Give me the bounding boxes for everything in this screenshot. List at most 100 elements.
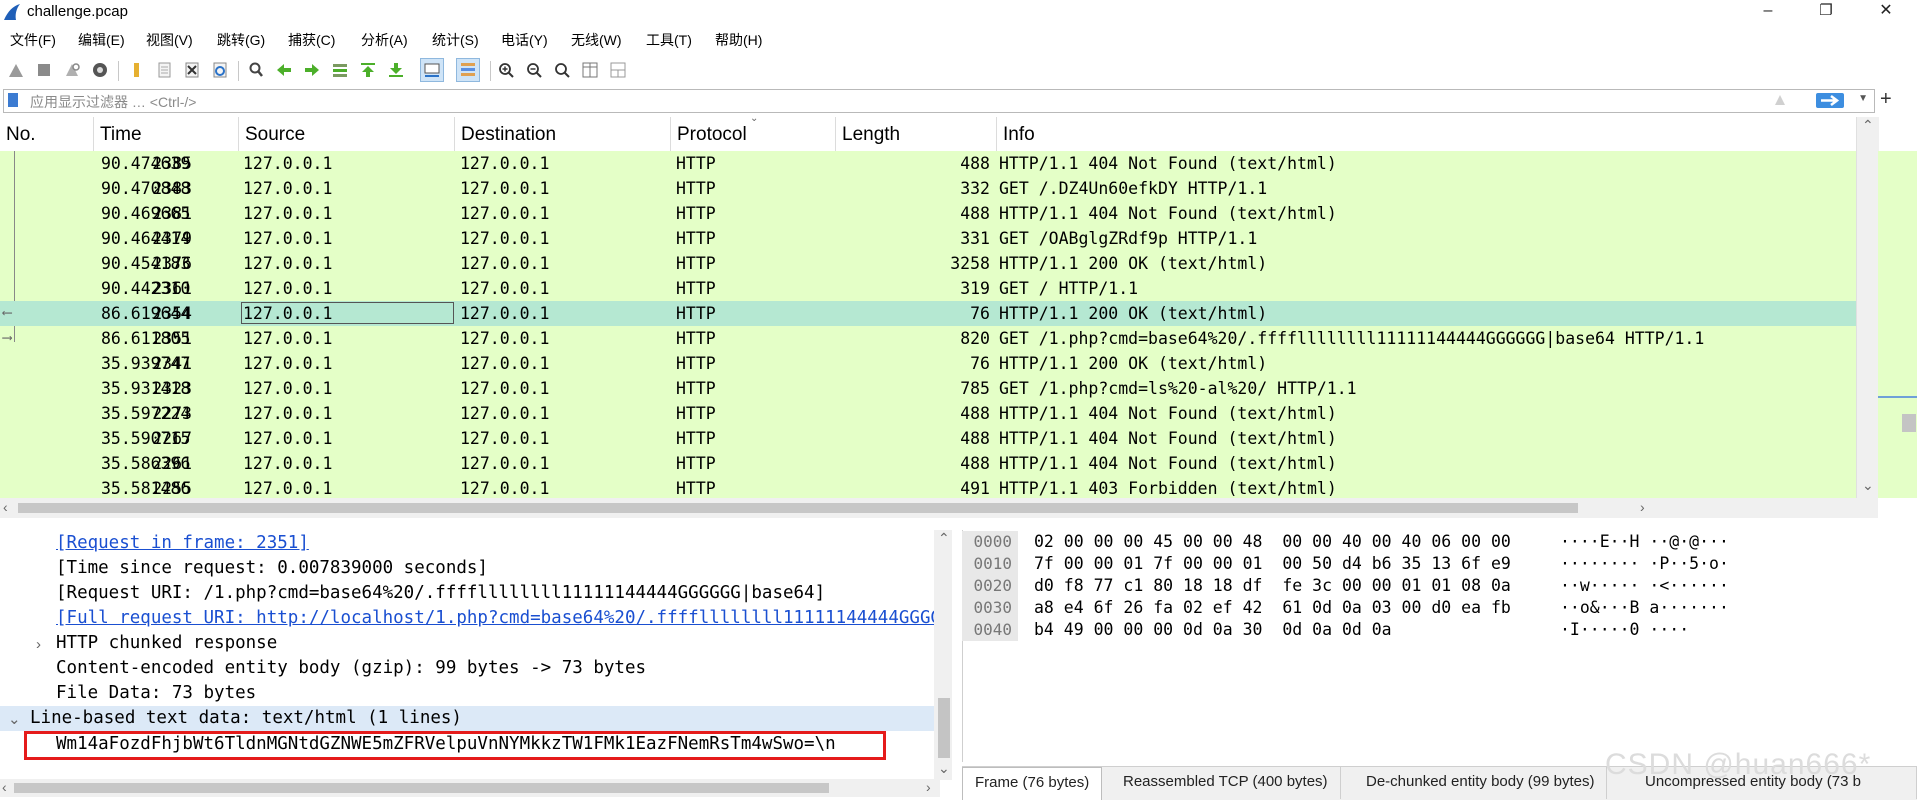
packet-row[interactable]: 2383 90.470848 127.0.0.1 127.0.0.1 HTTP … bbox=[0, 176, 1856, 201]
packet-row[interactable]: 2376 90.454183 127.0.0.1 127.0.0.1 HTTP … bbox=[0, 251, 1856, 276]
menu-tools[interactable]: 工具(T) bbox=[646, 30, 692, 50]
detail-line-based-text[interactable]: Line-based text data: text/html (1 lines… bbox=[0, 706, 934, 731]
stop-capture-icon[interactable] bbox=[32, 58, 56, 82]
menu-view[interactable]: 视图(V) bbox=[146, 30, 193, 50]
horizontal-scroll-thumb[interactable] bbox=[18, 503, 1578, 513]
scroll-down-chevron-icon[interactable]: ⌄ bbox=[938, 760, 950, 777]
request-in-frame-link[interactable]: [Request in frame: 2351] bbox=[56, 531, 309, 556]
column-header-length[interactable]: Length bbox=[836, 117, 997, 151]
menu-statistics[interactable]: 统计(S) bbox=[432, 30, 479, 50]
minimize-button[interactable]: – bbox=[1745, 0, 1791, 24]
reload-file-icon[interactable] bbox=[208, 58, 232, 82]
packet-row[interactable]: 2341 35.939747 127.0.0.1 127.0.0.1 HTTP … bbox=[0, 351, 1856, 376]
ascii-bytes-row[interactable]: ·I·····0 ···· bbox=[1560, 619, 1689, 641]
close-file-icon[interactable] bbox=[180, 58, 204, 82]
hex-bytes-row[interactable]: a8 e4 6f 26 fa 02 ef 42 61 0d 0a 03 00 d… bbox=[1034, 597, 1511, 619]
add-filter-button[interactable]: + bbox=[1880, 88, 1892, 111]
ascii-bytes-row[interactable]: ····E··H ··@·@··· bbox=[1560, 531, 1729, 553]
packet-row[interactable]: 2323 35.931418 127.0.0.1 127.0.0.1 HTTP … bbox=[0, 376, 1856, 401]
tab-dechunked-body[interactable]: De-chunked entity body (99 bytes) bbox=[1354, 767, 1608, 799]
clear-filter-icon[interactable] bbox=[1772, 92, 1788, 108]
packet-row[interactable]: 2361 90.442310 127.0.0.1 127.0.0.1 HTTP … bbox=[0, 276, 1856, 301]
menu-wireless[interactable]: 无线(W) bbox=[571, 30, 622, 50]
packet-row-selected[interactable]: ⟵ 2354 86.619644 127.0.0.1 127.0.0.1 HTT… bbox=[0, 301, 1856, 326]
scroll-right-chevron-icon[interactable]: › bbox=[1640, 499, 1645, 515]
hex-bytes-row[interactable]: b4 49 00 00 00 0d 0a 30 0d 0a 0d 0a bbox=[1034, 619, 1392, 641]
collapse-chevron-down-icon[interactable]: ⌄ bbox=[8, 710, 21, 728]
menu-telephony[interactable]: 电话(Y) bbox=[501, 30, 548, 50]
close-button[interactable]: ✕ bbox=[1863, 0, 1909, 24]
tab-frame-bytes[interactable]: Frame (76 bytes) bbox=[962, 767, 1103, 800]
first-packet-icon[interactable] bbox=[356, 58, 380, 82]
filter-bookmark-icon[interactable] bbox=[8, 93, 18, 107]
hex-bytes-row[interactable]: d0 f8 77 c1 80 18 18 df fe 3c 00 00 01 0… bbox=[1034, 575, 1511, 597]
hex-bytes-row[interactable]: 7f 00 00 01 7f 00 00 01 00 50 d4 b6 35 1… bbox=[1034, 553, 1511, 575]
expand-chevron-right-icon[interactable]: › bbox=[36, 636, 41, 653]
layout-icon[interactable] bbox=[606, 58, 630, 82]
column-header-no[interactable]: No. bbox=[0, 117, 94, 151]
packet-row[interactable]: 2381 90.469665 127.0.0.1 127.0.0.1 HTTP … bbox=[0, 201, 1856, 226]
column-header-source[interactable]: Source bbox=[239, 117, 455, 151]
packet-minimap[interactable] bbox=[1878, 151, 1917, 498]
ascii-bytes-row[interactable]: ········ ·P··5·o· bbox=[1560, 553, 1729, 575]
scroll-right-chevron-icon[interactable]: › bbox=[926, 779, 931, 795]
scroll-left-chevron-icon[interactable]: ‹ bbox=[2, 779, 7, 795]
detail-chunked-response[interactable]: HTTP chunked response bbox=[56, 631, 277, 656]
zoom-out-icon[interactable] bbox=[522, 58, 546, 82]
normal-size-icon[interactable] bbox=[550, 58, 574, 82]
apply-filter-icon[interactable] bbox=[1816, 93, 1844, 108]
ascii-bytes-row[interactable]: ··w····· ·<······ bbox=[1560, 575, 1729, 597]
details-scroll-thumb[interactable] bbox=[938, 698, 950, 758]
detail-file-data[interactable]: File Data: 73 bytes bbox=[56, 681, 256, 706]
scroll-up-chevron-icon[interactable]: ⌃ bbox=[1862, 117, 1874, 134]
detail-request-uri[interactable]: [Request URI: /1.php?cmd=base64%20/.ffff… bbox=[56, 581, 825, 606]
column-header-destination[interactable]: Destination bbox=[455, 117, 671, 151]
scroll-down-chevron-icon[interactable]: ⌄ bbox=[1862, 477, 1874, 494]
menu-edit[interactable]: 编辑(E) bbox=[78, 30, 125, 50]
zoom-in-icon[interactable] bbox=[494, 58, 518, 82]
packet-row[interactable]: 2267 35.590715 127.0.0.1 127.0.0.1 HTTP … bbox=[0, 426, 1856, 451]
resize-columns-icon[interactable] bbox=[578, 58, 602, 82]
start-capture-icon[interactable] bbox=[4, 58, 28, 82]
packet-list-horizontal-scrollbar[interactable]: ‹ › bbox=[0, 498, 1878, 518]
capture-options-icon[interactable] bbox=[88, 58, 112, 82]
scroll-up-chevron-icon[interactable]: ⌃ bbox=[938, 530, 950, 547]
menu-capture[interactable]: 捕获(C) bbox=[288, 30, 335, 50]
detail-time-since-request[interactable]: [Time since request: 0.007839000 seconds… bbox=[56, 556, 488, 581]
hex-bytes-row[interactable]: 02 00 00 00 45 00 00 48 00 00 40 00 40 0… bbox=[1034, 531, 1511, 553]
detail-content-encoded[interactable]: Content-encoded entity body (gzip): 99 b… bbox=[56, 656, 646, 681]
menu-help[interactable]: 帮助(H) bbox=[715, 30, 762, 50]
tab-reassembled-tcp[interactable]: Reassembled TCP (400 bytes) bbox=[1111, 767, 1341, 799]
packet-list-vertical-scrollbar[interactable]: ⌃ ⌄ bbox=[1856, 117, 1879, 498]
menu-analyze[interactable]: 分析(A) bbox=[361, 30, 408, 50]
details-vertical-scrollbar[interactable]: ⌃ ⌄ bbox=[934, 530, 952, 780]
last-packet-icon[interactable] bbox=[384, 58, 408, 82]
packet-row[interactable]: 2385 90.474639 127.0.0.1 127.0.0.1 HTTP … bbox=[0, 151, 1856, 176]
packet-row[interactable]: 2379 90.464414 127.0.0.1 127.0.0.1 HTTP … bbox=[0, 226, 1856, 251]
save-file-icon[interactable] bbox=[152, 58, 176, 82]
column-header-time[interactable]: Time bbox=[94, 117, 239, 151]
restart-capture-icon[interactable] bbox=[60, 58, 84, 82]
scroll-left-chevron-icon[interactable]: ‹ bbox=[3, 499, 8, 515]
packet-row[interactable]: 2255 35.581486 127.0.0.1 127.0.0.1 HTTP … bbox=[0, 476, 1856, 498]
details-horizontal-scrollbar[interactable]: ‹ › bbox=[0, 779, 940, 797]
menu-go[interactable]: 跳转(G) bbox=[217, 30, 265, 50]
auto-scroll-icon[interactable] bbox=[420, 58, 444, 82]
details-hscroll-thumb[interactable] bbox=[14, 783, 829, 793]
column-header-info[interactable]: Info bbox=[997, 117, 1856, 151]
packet-row[interactable]: 2261 35.586396 127.0.0.1 127.0.0.1 HTTP … bbox=[0, 451, 1856, 476]
packet-row[interactable]: 2273 35.597224 127.0.0.1 127.0.0.1 HTTP … bbox=[0, 401, 1856, 426]
maximize-button[interactable]: ❐ bbox=[1803, 0, 1849, 24]
go-back-icon[interactable] bbox=[272, 58, 296, 82]
minimap-thumb[interactable] bbox=[1902, 414, 1916, 432]
filter-history-chevron-down-icon[interactable]: ▼ bbox=[1858, 93, 1868, 104]
full-request-uri-link[interactable]: [Full request URI: http://localhost/1.ph… bbox=[56, 606, 934, 631]
go-to-packet-icon[interactable] bbox=[328, 58, 352, 82]
packet-row[interactable]: ⟶ 2351 86.611805 127.0.0.1 127.0.0.1 HTT… bbox=[0, 326, 1856, 351]
display-filter-input[interactable]: 应用显示过滤器 … <Ctrl-/> bbox=[30, 92, 196, 112]
ascii-bytes-row[interactable]: ··o&···B a······· bbox=[1560, 597, 1729, 619]
find-packet-icon[interactable] bbox=[244, 58, 268, 82]
go-forward-icon[interactable] bbox=[300, 58, 324, 82]
menu-file[interactable]: 文件(F) bbox=[10, 30, 56, 50]
colorize-icon[interactable] bbox=[456, 58, 480, 82]
